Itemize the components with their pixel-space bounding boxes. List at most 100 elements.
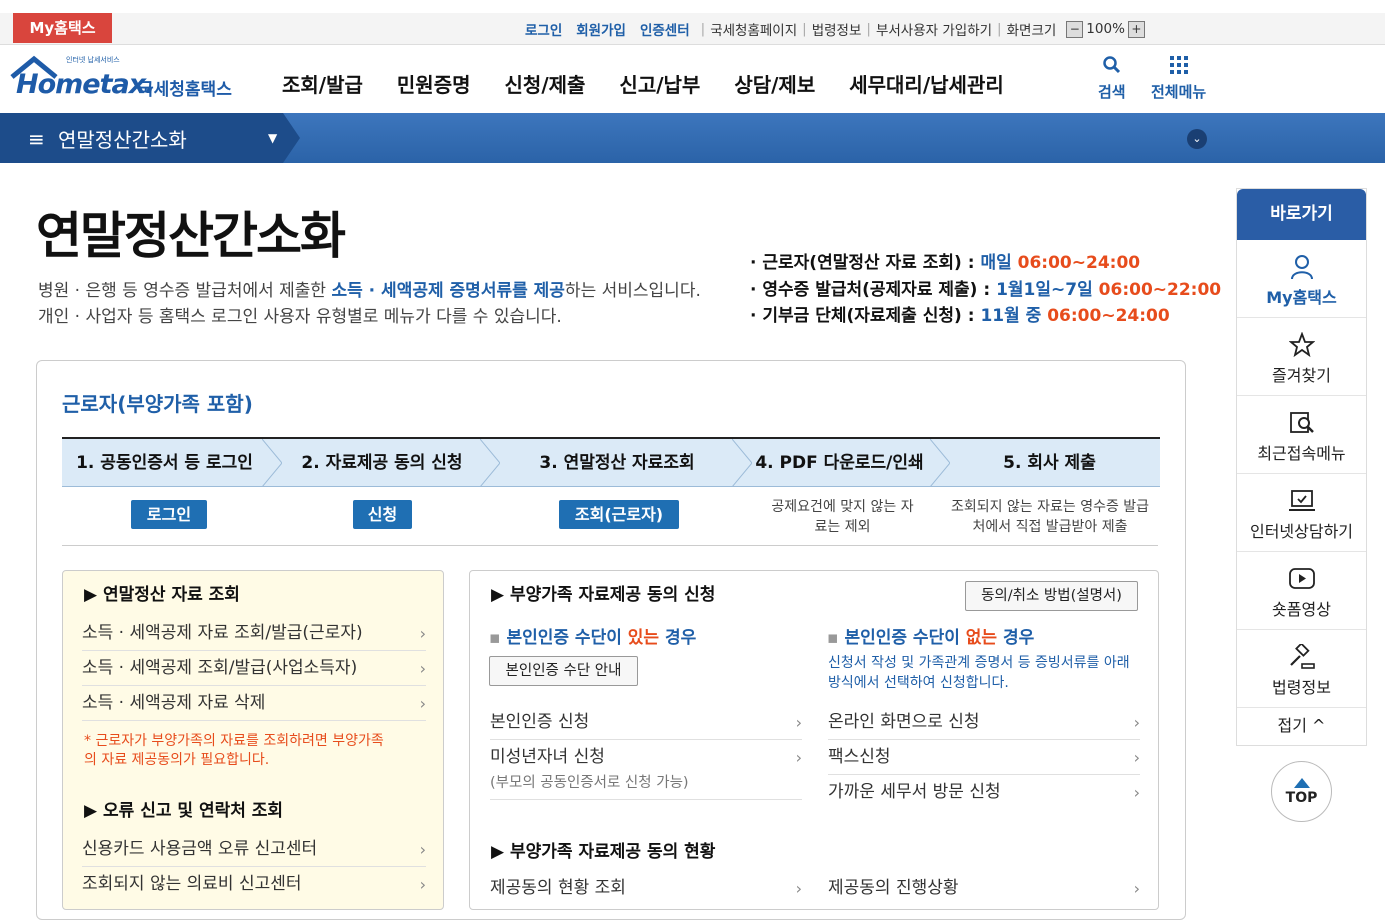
chevron-down-icon[interactable]: ⌄ (1187, 129, 1207, 149)
join-link[interactable]: 회원가입 (576, 19, 626, 39)
step-5-note: 조회되지 않는 자료는 영수증 발급처에서 직접 발급받아 제출 (950, 499, 1150, 535)
section-heading: ▶ 부양가족 자료제공 동의 현황 (491, 842, 716, 862)
apply-step-button[interactable]: 신청 (353, 500, 412, 529)
step-2: 2. 자료제공 동의 신청 (301, 453, 463, 473)
step-arrow-icon (930, 439, 950, 487)
gavel-icon (1289, 644, 1315, 669)
divider (62, 545, 1158, 546)
nav-certificates[interactable]: 민원증명 (397, 69, 471, 98)
sidebar-item-shorts[interactable]: 숏폼영상 (1237, 552, 1366, 630)
breadcrumb-bar: ≡ 연말정산간소화 ▼ ⌄ (0, 113, 1385, 163)
minor-note: (부모의 공동인증서로 신청 가능) (490, 773, 802, 800)
zoom-out-button[interactable]: − (1066, 20, 1084, 38)
nts-homepage-link[interactable]: 국세청홈페이지 (710, 19, 797, 39)
sub-heading-has-cert: ▪ 본인인증 수단이 있는 경우 (489, 628, 697, 648)
search-icon (1103, 56, 1120, 74)
sidebar-fold-button[interactable]: 접기 ^ (1237, 708, 1366, 744)
guide-button[interactable]: 동의/취소 방법(설명서) (965, 581, 1138, 611)
inquiry-step-button[interactable]: 조회(근로자) (559, 500, 679, 529)
dependent-note: * 근로자가 부양가족의 자료를 조회하려면 부양가족의 자료 제공동의가 필요… (84, 733, 384, 768)
play-icon (1288, 568, 1315, 589)
sidebar-item-consult[interactable]: 인터넷상담하기 (1237, 474, 1366, 552)
hamburger-icon: ≡ (28, 127, 45, 151)
law-info-link[interactable]: 법령정보 (812, 19, 862, 39)
star-icon (1288, 332, 1315, 358)
list-item[interactable]: 온라인 화면으로 신청 › (828, 705, 1140, 740)
step-arrow-icon (480, 439, 500, 487)
chevron-right-icon: › (795, 713, 802, 732)
search-button[interactable]: 검색 (1098, 55, 1126, 102)
quick-links-heading: 바로가기 (1237, 189, 1366, 240)
login-step-button[interactable]: 로그인 (131, 500, 207, 529)
step-1: 1. 공동인증서 등 로그인 (76, 453, 253, 473)
list-item[interactable]: 제공동의 진행상황 › (828, 871, 1140, 906)
step-5: 5. 회사 제출 (1003, 453, 1096, 473)
chevron-right-icon: › (795, 748, 802, 767)
chevron-right-icon: › (795, 879, 802, 898)
no-cert-note: 신청서 작성 및 가족관계 증명서 등 증빙서류를 아래 방식에서 선택하여 신… (828, 655, 1130, 691)
all-menu-button[interactable]: 전체메뉴 (1151, 55, 1206, 102)
cert-guide-button[interactable]: 본인인증 수단 안내 (489, 656, 638, 686)
top-utility-bar: My홈택스 로그인 회원가입 인증센터 | 국세청홈페이지 | 법령정보 | 부… (0, 13, 1385, 45)
step-arrow-icon (262, 439, 282, 487)
main-header: 인터넷 납세서비스 Hometax. 국세청홈택스 조회/발급 민원증명 신청/… (0, 45, 1385, 113)
step-4-note: 공제요건에 맞지 않는 자료는 제외 (771, 499, 914, 535)
sidebar-item-recent[interactable]: 최근접속메뉴 (1237, 396, 1366, 474)
sidebar-item-myhometax[interactable]: My홈택스 (1237, 240, 1366, 318)
sub-heading-no-cert: ▪ 본인인증 수단이 없는 경우 (827, 628, 1035, 648)
quick-links-sidebar: 바로가기 My홈택스 즐겨찾기 최근접속메뉴 인터넷상담하기 숏폼영상 법령정보… (1236, 188, 1367, 746)
zoom-in-button[interactable]: + (1127, 20, 1145, 38)
nav-inquiry[interactable]: 조회/발급 (282, 69, 363, 98)
caret-down-icon: ▼ (268, 131, 278, 145)
nav-tax-agent[interactable]: 세무대리/납세관리 (849, 69, 1004, 98)
list-item[interactable]: 신용카드 사용금액 오류 신고센터 › (82, 832, 426, 867)
chevron-right-icon: › (1133, 879, 1140, 898)
my-hometax-button[interactable]: My홈택스 (13, 13, 112, 43)
grid-icon (1169, 56, 1188, 74)
section-heading: ▶ 오류 신고 및 연락처 조회 (84, 801, 284, 821)
menu-selector[interactable]: ≡ 연말정산간소화 ▼ (0, 113, 300, 163)
dept-user-join-link[interactable]: 부서사용자 가입하기 (876, 19, 992, 39)
step-4: 4. PDF 다운로드/인쇄 (755, 453, 924, 473)
process-steps: 1. 공동인증서 등 로그인 2. 자료제공 동의 신청 3. 연말정산 자료조… (62, 437, 1160, 487)
list-item[interactable]: 소득 · 세액공제 자료 삭제 › (82, 686, 426, 721)
nav-consult[interactable]: 상담/제보 (734, 69, 815, 98)
nav-application[interactable]: 신청/제출 (505, 69, 586, 98)
list-item[interactable]: 팩스신청 › (828, 740, 1140, 775)
recent-search-icon (1289, 412, 1314, 433)
sidebar-item-law[interactable]: 법령정보 (1237, 630, 1366, 708)
main-nav: 조회/발급 민원증명 신청/제출 신고/납부 상담/제보 세무대리/납세관리 (282, 69, 1038, 98)
step-arrow-icon (732, 439, 752, 487)
nav-filing[interactable]: 신고/납부 (619, 69, 700, 98)
list-item[interactable]: 미성년자녀 신청 › (490, 740, 802, 775)
arrow-up-icon (1293, 778, 1310, 788)
page-description: 병원 · 은행 등 영수증 발급처에서 제출한 소득 · 세액공제 증명서류를 … (38, 281, 701, 327)
chevron-right-icon: › (1133, 783, 1140, 802)
chevron-right-icon: › (419, 694, 426, 713)
list-item[interactable]: 제공동의 현황 조회 › (490, 871, 802, 906)
zoom-level: 100% (1086, 21, 1125, 37)
sidebar-item-favorites[interactable]: 즐겨찾기 (1237, 318, 1366, 396)
chevron-right-icon: › (419, 624, 426, 643)
step-3: 3. 연말정산 자료조회 (539, 453, 695, 473)
list-item[interactable]: 가까운 세무서 방문 신청 › (828, 775, 1140, 810)
top-links: 로그인 회원가입 인증센터 | 국세청홈페이지 | 법령정보 | 부서사용자 가… (525, 13, 1148, 45)
hometax-logo[interactable]: 인터넷 납세서비스 Hometax. 국세청홈택스 (10, 55, 240, 105)
chevron-right-icon: › (419, 840, 426, 859)
login-link[interactable]: 로그인 (525, 19, 562, 39)
list-item[interactable]: 본인인증 신청 › (490, 705, 802, 740)
chevron-right-icon: › (1133, 713, 1140, 732)
chevron-right-icon: › (1133, 748, 1140, 767)
card-title: 근로자(부양가족 포함) (62, 392, 253, 416)
screen-size-label: 화면크기 (1006, 23, 1057, 39)
list-item[interactable]: 소득 · 세액공제 조회/발급(사업소득자) › (82, 651, 426, 686)
section-heading: ▶ 부양가족 자료제공 동의 신청 (491, 585, 716, 605)
service-schedule: · 근로자(연말정산 자료 조회) : 매일 06:00~24:00 · 영수증… (750, 253, 1222, 326)
page-title: 연말정산간소화 (36, 207, 346, 265)
cert-center-link[interactable]: 인증센터 (640, 19, 690, 39)
list-item[interactable]: 소득 · 세액공제 자료 조회/발급(근로자) › (82, 616, 426, 651)
laptop-icon (1288, 490, 1315, 511)
user-icon (1290, 255, 1313, 280)
section-heading: ▶ 연말정산 자료 조회 (84, 585, 240, 605)
scroll-top-button[interactable]: TOP (1271, 761, 1332, 822)
